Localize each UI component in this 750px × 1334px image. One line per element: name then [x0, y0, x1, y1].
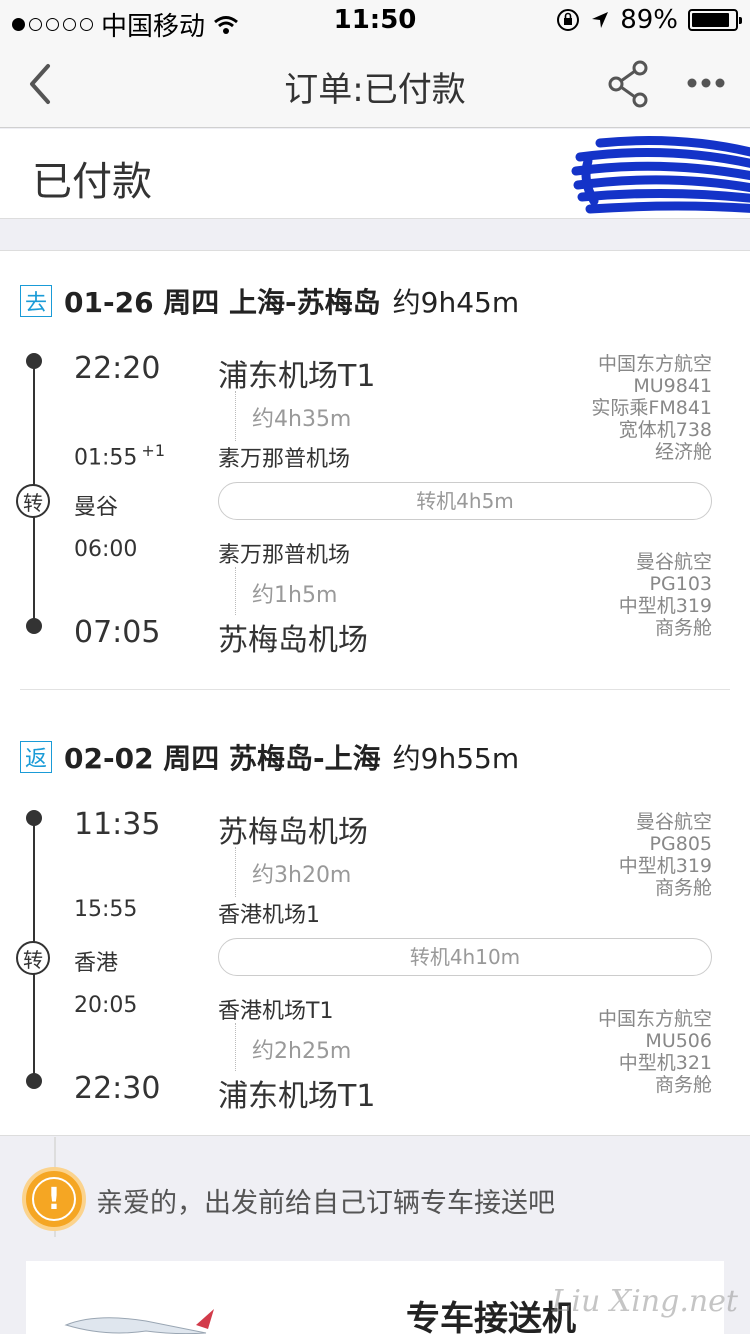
cabin-class: 商务舱 — [654, 1074, 712, 1096]
flight-info: 中国东方航空 MU506 中型机321 商务舱 — [598, 1008, 712, 1096]
transfer-icon: 转 — [16, 941, 50, 975]
flight-dash — [235, 391, 236, 441]
status-right: 89% — [556, 5, 742, 35]
airline: 曼谷航空 — [635, 551, 712, 573]
cabin-class: 商务舱 — [654, 617, 712, 639]
aircraft: 中型机319 — [618, 855, 712, 877]
arrival-airport: 苏梅岛机场 — [218, 623, 368, 658]
return-header: 返 02-02 周四 苏梅岛-上海 约9h55m — [20, 737, 519, 777]
departure-time: 20:05 — [74, 993, 138, 1018]
cabin-class: 商务舱 — [654, 877, 712, 899]
airplane-icon — [64, 1309, 214, 1334]
flight-number: PG805 — [649, 833, 712, 855]
departure-airport: 素万那普机场 — [218, 543, 351, 568]
flight-duration: 约4h35m — [252, 407, 352, 432]
status-bar: 中国移动 11:50 89% — [0, 0, 750, 42]
arrival-time: 15:55 — [74, 897, 138, 922]
timeline-dot — [26, 1073, 42, 1089]
flight-number: MU506 — [645, 1030, 712, 1052]
arrival-time: 22:30 — [74, 1071, 161, 1106]
arrival-airport: 香港机场1 — [218, 903, 320, 928]
outbound-title: 01-26 周四 上海-苏梅岛 — [64, 286, 381, 319]
timeline-dot — [26, 618, 42, 634]
departure-time: 22:20 — [74, 351, 161, 386]
nav-bar: 订单:已付款 — [0, 40, 750, 128]
outbound-total-duration: 约9h45m — [392, 286, 520, 319]
flight-number: PG103 — [649, 573, 712, 595]
transfer-city: 香港 — [74, 951, 119, 976]
departure-airport: 浦东机场T1 — [218, 359, 376, 394]
outbound-tag: 去 — [20, 285, 52, 317]
flight-duration: 约3h20m — [252, 863, 352, 888]
battery-fill — [692, 13, 730, 27]
timeline-dot — [26, 810, 42, 826]
share-icon[interactable] — [606, 60, 650, 108]
flight-dash — [235, 1023, 236, 1071]
location-icon — [592, 12, 609, 28]
aircraft: 宽体机738 — [618, 419, 712, 441]
airline: 中国东方航空 — [597, 353, 712, 375]
order-status-section: 已付款 — [0, 129, 750, 219]
order-status-label: 已付款 — [32, 159, 152, 205]
departure-airport: 香港机场T1 — [218, 999, 334, 1024]
flight-number: MU9841 — [633, 375, 712, 397]
battery-icon — [688, 9, 742, 31]
transfer-duration-pill: 转机4h5m — [218, 482, 712, 520]
departure-time: 06:00 — [74, 537, 138, 562]
exclamation-icon: ! — [32, 1177, 76, 1221]
arrival-time: 01:55 +1 — [74, 441, 165, 470]
orientation-lock-icon — [557, 9, 580, 31]
outbound-header: 去 01-26 周四 上海-苏梅岛 约9h45m — [20, 281, 519, 321]
redaction-scribble — [571, 136, 750, 214]
car-service-tip-text: 亲爱的，出发前给自己订辆专车接送吧 — [96, 1188, 555, 1219]
watermark: Liu Xing.net — [551, 1284, 738, 1319]
transfer-duration-pill: 转机4h10m — [218, 938, 712, 976]
transfer-city: 曼谷 — [74, 495, 119, 520]
airline: 中国东方航空 — [597, 1008, 712, 1030]
arrival-airport: 素万那普机场 — [218, 447, 351, 472]
flight-info: 中国东方航空 MU9841 实际乘FM841 宽体机738 经济舱 — [591, 353, 712, 463]
more-options-icon[interactable] — [686, 70, 726, 96]
return-tag: 返 — [20, 741, 52, 773]
airline: 曼谷航空 — [635, 811, 712, 833]
battery-percent: 89% — [620, 5, 678, 35]
transfer-icon: 转 — [16, 484, 50, 518]
flight-duration: 约1h5m — [252, 583, 338, 608]
warning-icon: ! — [22, 1167, 86, 1231]
return-total-duration: 约9h55m — [392, 742, 520, 775]
arrival-time-value: 01:55 — [74, 445, 138, 471]
flight-info: 曼谷航空 PG103 中型机319 商务舱 — [619, 551, 712, 639]
operating-flight: 实际乘FM841 — [591, 397, 712, 419]
arrival-time: 07:05 — [74, 615, 161, 650]
cabin-class: 经济舱 — [654, 441, 712, 463]
flight-info: 曼谷航空 PG805 中型机319 商务舱 — [619, 811, 712, 899]
flight-dash — [235, 847, 236, 897]
flight-dash — [235, 567, 236, 615]
itinerary-card: 去 01-26 周四 上海-苏梅岛 约9h45m 转 22:20 浦东机场T1 … — [0, 250, 750, 1136]
arrival-airport: 浦东机场T1 — [218, 1079, 376, 1114]
return-title: 02-02 周四 苏梅岛-上海 — [64, 742, 381, 775]
departure-airport: 苏梅岛机场 — [218, 815, 368, 850]
next-day-marker: +1 — [141, 441, 165, 460]
leg-divider — [20, 689, 730, 690]
timeline-dot — [26, 353, 42, 369]
departure-time: 11:35 — [74, 807, 161, 842]
flight-duration: 约2h25m — [252, 1039, 352, 1064]
aircraft: 中型机319 — [618, 595, 712, 617]
aircraft: 中型机321 — [618, 1052, 712, 1074]
